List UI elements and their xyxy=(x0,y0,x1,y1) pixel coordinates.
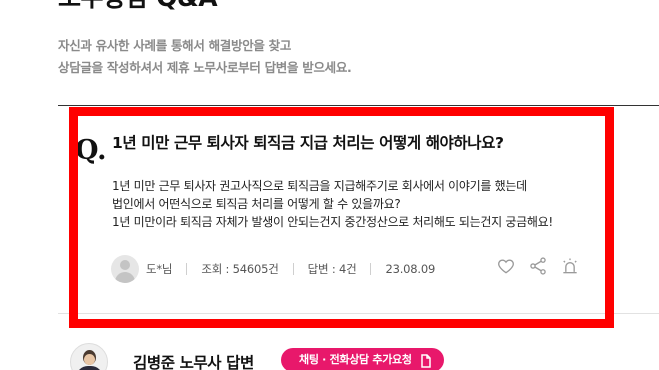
question-body-line: 1년 미만 근무 퇴사자 권고사직으로 퇴직금을 지급해주기로 회사에서 이야기… xyxy=(112,179,527,193)
document-icon xyxy=(420,353,432,370)
page-title: 노무상담 Q&A xyxy=(58,0,218,14)
header-divider xyxy=(58,105,659,106)
share-icon[interactable] xyxy=(528,256,548,276)
question-mark: Q. xyxy=(75,135,107,166)
view-count: 조회 : 54605건 xyxy=(201,262,279,276)
author-name: 도*님 xyxy=(146,262,173,276)
question-body-line: 1년 미만이라 퇴직금 자체가 발생이 안되는건지 중간정산으로 처리해도 되는… xyxy=(112,215,553,229)
meta-divider xyxy=(186,263,188,275)
intro-line: 자신과 유사한 사례를 통해서 해결방안을 찾고 xyxy=(58,38,292,53)
question-actions xyxy=(496,256,580,276)
question-meta: 도*님 조회 : 54605건 답변 : 4건 23.08.09 xyxy=(111,254,435,284)
heart-icon[interactable] xyxy=(496,256,516,276)
answer-author: 김병준 노무사 답변 xyxy=(133,354,254,370)
question-title[interactable]: 1년 미만 근무 퇴사자 퇴직금 지급 처리는 어떻게 해야하나요? xyxy=(112,131,504,153)
page-intro: 자신과 유사한 사례를 통해서 해결방안을 찾고 상담글을 작성하셔서 제휴 노… xyxy=(58,35,352,79)
section-divider xyxy=(58,313,659,314)
meta-divider xyxy=(370,263,372,275)
avatar xyxy=(111,255,139,283)
answer-count: 답변 : 4건 xyxy=(307,262,357,276)
consult-request-button[interactable]: 채팅 · 전화상담 추가요청 xyxy=(281,348,444,370)
siren-icon[interactable] xyxy=(560,256,580,276)
question-body-line: 법인에서 어떤식으로 퇴직금 처리를 어떻게 할 수 있을까요? xyxy=(112,197,401,211)
consult-request-label: 채팅 · 전화상담 추가요청 xyxy=(299,353,412,366)
post-date: 23.08.09 xyxy=(385,262,436,276)
meta-divider xyxy=(292,263,294,275)
intro-line: 상담글을 작성하셔서 제휴 노무사로부터 답변을 받으세요. xyxy=(58,60,352,75)
lawyer-avatar xyxy=(70,343,108,370)
question-body: 1년 미만 근무 퇴사자 권고사직으로 퇴직금을 지급해주기로 회사에서 이야기… xyxy=(112,177,553,231)
